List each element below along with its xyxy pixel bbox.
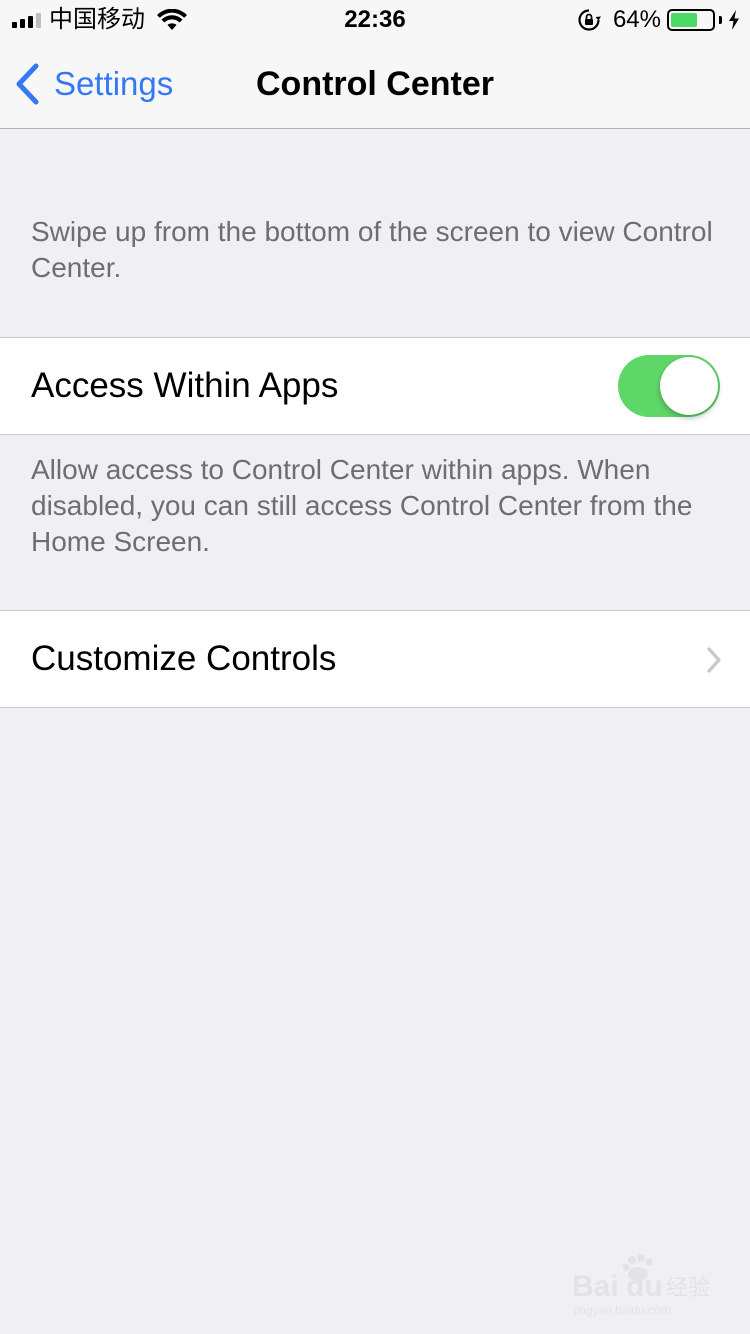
navigation-bar: Settings Control Center — [0, 40, 750, 129]
access-within-apps-label: Access Within Apps — [31, 366, 339, 405]
svg-text:jingyan.baidu.com: jingyan.baidu.com — [573, 1303, 671, 1317]
customize-controls-label: Customize Controls — [31, 639, 337, 678]
battery-fill — [671, 13, 697, 27]
customize-controls-row[interactable]: Customize Controls — [0, 610, 750, 708]
intro-note: Swipe up from the bottom of the screen t… — [31, 216, 713, 283]
orientation-lock-icon — [578, 9, 601, 31]
access-within-apps-row: Access Within Apps — [0, 337, 750, 435]
baidu-jingyan-watermark: Bai du 经验 jingyan.baidu.com — [572, 1254, 710, 1317]
toggle-knob — [660, 357, 718, 415]
status-bar: 中国移动 22:36 64% — [0, 0, 750, 40]
battery-percent: 64% — [612, 6, 661, 33]
svg-text:Bai: Bai — [572, 1270, 619, 1303]
access-note: Allow access to Control Center within ap… — [31, 454, 693, 557]
status-right: 64% — [577, 6, 740, 34]
control-center-settings-screen: 中国移动 22:36 64% Settings Control Center S… — [0, 0, 750, 1334]
chevron-right-icon — [707, 647, 721, 673]
battery-icon — [667, 9, 715, 31]
svg-text:经验: 经验 — [666, 1276, 710, 1301]
access-within-apps-toggle[interactable] — [618, 355, 720, 417]
charging-bolt-icon — [729, 10, 739, 30]
battery-nub — [719, 16, 722, 24]
page-title: Control Center — [256, 65, 494, 103]
svg-text:du: du — [626, 1270, 663, 1303]
